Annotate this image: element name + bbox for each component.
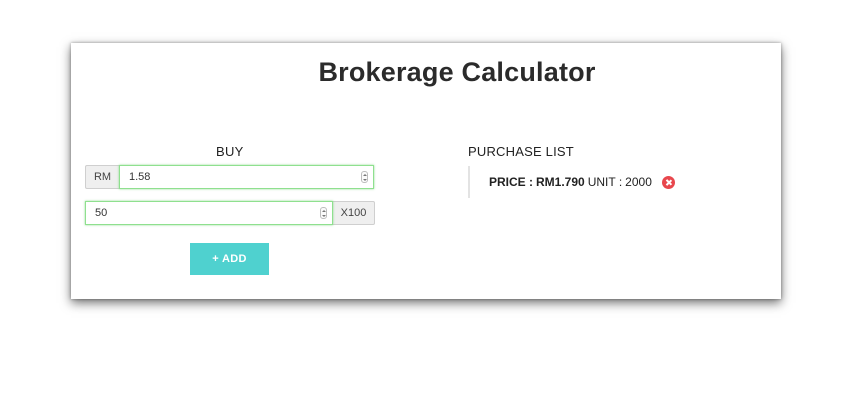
list-item: PRICE : RM1.790 UNIT : 2000	[489, 175, 675, 189]
quantity-spinner-icon[interactable]	[320, 207, 327, 219]
quantity-input-group: X100	[85, 201, 375, 225]
price-input[interactable]	[120, 166, 373, 188]
price-field[interactable]	[119, 165, 374, 189]
close-circle-icon[interactable]	[661, 175, 675, 189]
multiplier-addon: X100	[333, 201, 375, 225]
price-spinner-icon[interactable]	[361, 171, 368, 183]
calculator-card: Brokerage Calculator BUY RM X100 + ADD P…	[71, 43, 781, 299]
purchase-list: PRICE : RM1.790 UNIT : 2000	[468, 166, 675, 198]
price-input-group: RM	[85, 165, 374, 189]
unit-value: 2000	[625, 175, 652, 189]
buy-heading: BUY	[216, 144, 244, 159]
currency-addon: RM	[85, 165, 119, 189]
purchase-list-heading: PURCHASE LIST	[468, 144, 574, 159]
price-label: PRICE :	[489, 175, 534, 189]
quantity-field[interactable]	[85, 201, 333, 225]
spinner-down-icon[interactable]	[362, 178, 367, 181]
page-title: Brokerage Calculator	[318, 57, 596, 87]
unit-label: UNIT :	[587, 175, 623, 189]
spinner-down-icon[interactable]	[321, 214, 326, 217]
price-value: RM1.790	[536, 175, 585, 189]
quantity-input[interactable]	[86, 202, 332, 224]
spinner-up-icon[interactable]	[321, 209, 326, 212]
add-button[interactable]: + ADD	[190, 243, 269, 275]
spinner-up-icon[interactable]	[362, 173, 367, 176]
